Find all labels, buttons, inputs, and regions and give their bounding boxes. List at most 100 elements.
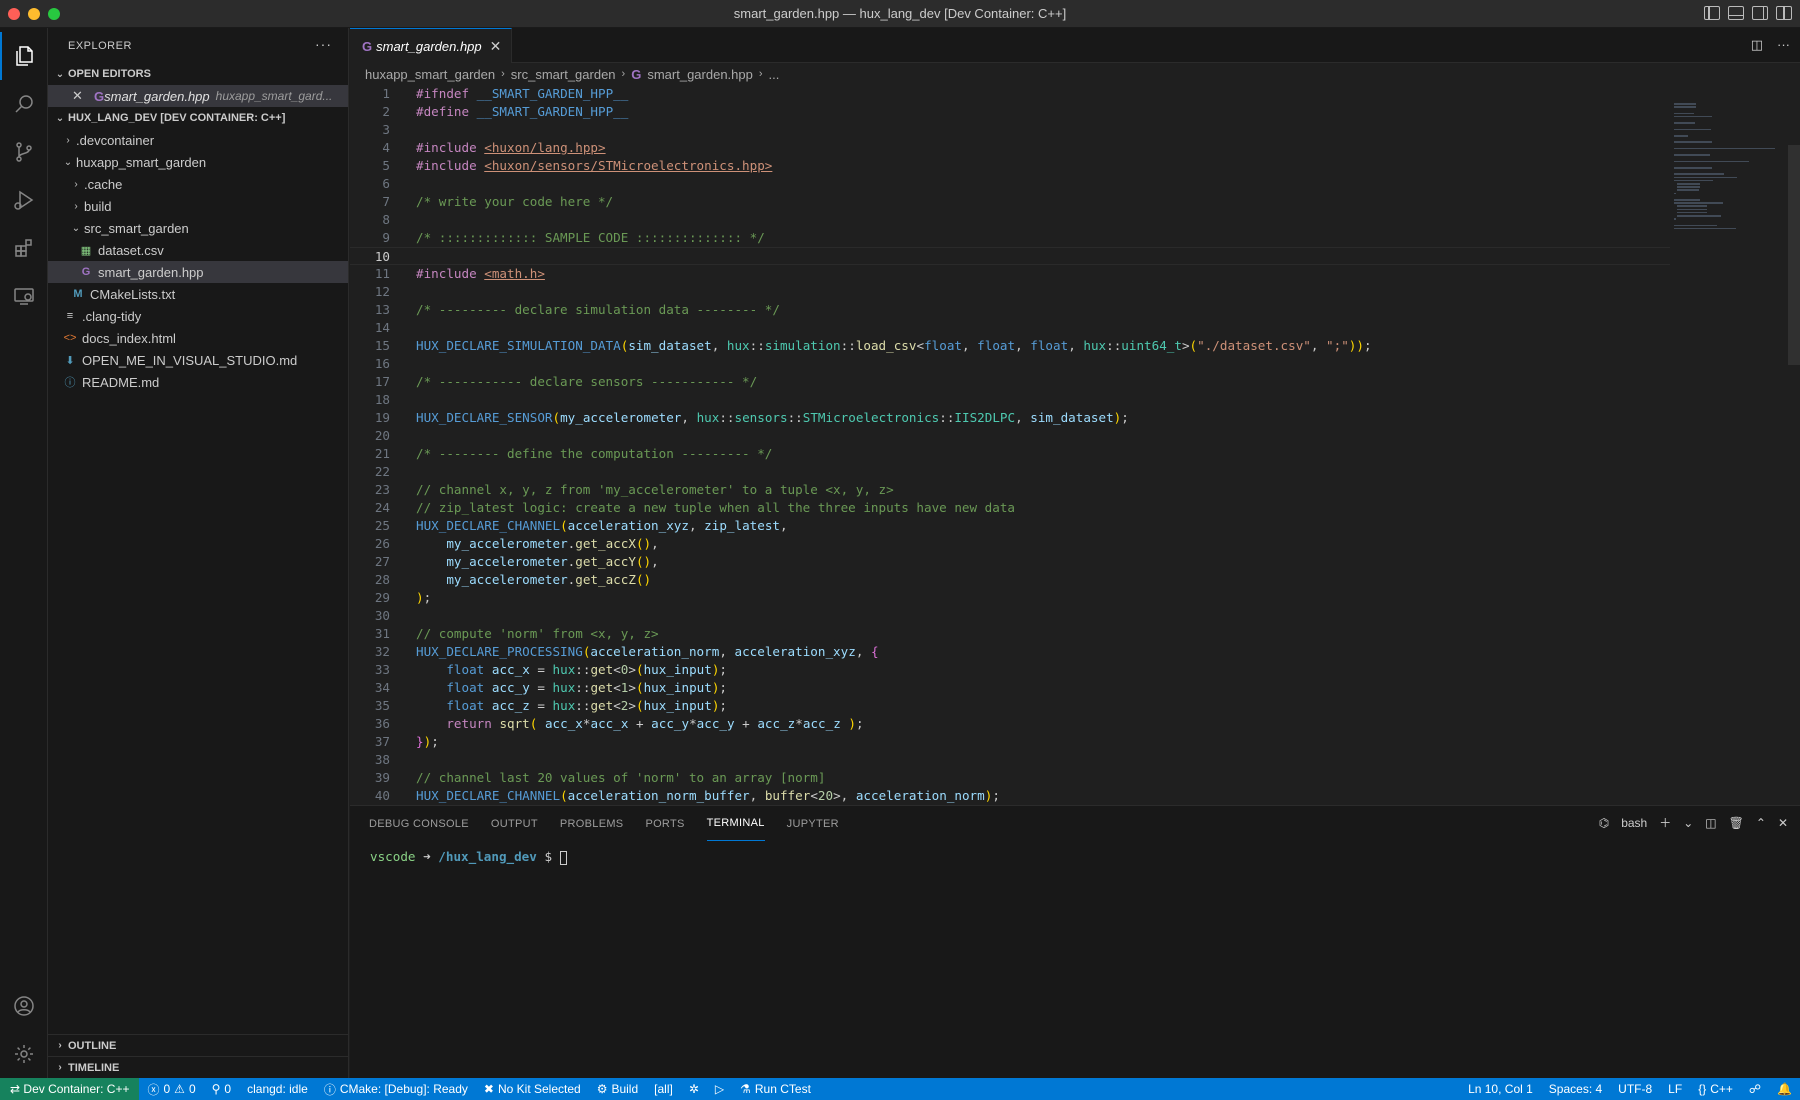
- code-line[interactable]: 6: [350, 175, 1670, 193]
- toggle-primary-sidebar-icon[interactable]: [1704, 6, 1720, 20]
- code-line[interactable]: 15 HUX_DECLARE_SIMULATION_DATA(sim_datase…: [350, 337, 1670, 355]
- tab-output[interactable]: OUTPUT: [491, 806, 538, 841]
- code-line[interactable]: 40 HUX_DECLARE_CHANNEL(acceleration_norm_…: [350, 787, 1670, 805]
- code-line[interactable]: 39 // channel last 20 values of 'norm' to…: [350, 769, 1670, 787]
- explorer-icon[interactable]: [0, 32, 48, 80]
- tree-item-cmakelists[interactable]: M CMakeLists.txt: [48, 283, 348, 305]
- tree-item-smart-garden-hpp[interactable]: G smart_garden.hpp: [48, 261, 348, 283]
- tree-item-open-me-md[interactable]: ⬇ OPEN_ME_IN_VISUAL_STUDIO.md: [48, 349, 348, 371]
- code-line[interactable]: 14: [350, 319, 1670, 337]
- code-line[interactable]: 23 // channel x, y, z from 'my_accelerome…: [350, 481, 1670, 499]
- toggle-panel-icon[interactable]: [1728, 6, 1744, 20]
- code-line[interactable]: 32 HUX_DECLARE_PROCESSING(acceleration_no…: [350, 643, 1670, 661]
- tab-debug-console[interactable]: DEBUG CONSOLE: [369, 806, 469, 841]
- code-line[interactable]: 20: [350, 427, 1670, 445]
- breadcrumb-item[interactable]: smart_garden.hpp: [647, 67, 753, 82]
- code-line[interactable]: 1 #ifndef __SMART_GARDEN_HPP__: [350, 85, 1670, 103]
- problems-indicator[interactable]: ⓧ 0 ⚠ 0: [139, 1081, 203, 1098]
- code-line[interactable]: 19 HUX_DECLARE_SENSOR(my_accelerometer, h…: [350, 409, 1670, 427]
- ports-indicator[interactable]: ⚲ 0: [204, 1082, 239, 1096]
- code-line[interactable]: 5 #include <huxon/sensors/STMicroelectron…: [350, 157, 1670, 175]
- language-mode[interactable]: {} C++: [1690, 1082, 1741, 1096]
- code-line[interactable]: 34 float acc_y = hux::get<1>(hux_input);: [350, 679, 1670, 697]
- code-line[interactable]: 28 my_accelerometer.get_accZ(): [350, 571, 1670, 589]
- cursor-position[interactable]: Ln 10, Col 1: [1460, 1082, 1541, 1096]
- breadcrumb-item[interactable]: src_smart_garden: [511, 67, 616, 82]
- clangd-status[interactable]: clangd: idle: [239, 1082, 316, 1096]
- chevron-down-icon[interactable]: ⌄: [1683, 816, 1693, 830]
- code-line[interactable]: 9 /* ::::::::::::: SAMPLE CODE ::::::::::…: [350, 229, 1670, 247]
- search-icon[interactable]: [0, 80, 48, 128]
- more-actions-icon[interactable]: ···: [315, 36, 332, 52]
- code-line[interactable]: 12: [350, 283, 1670, 301]
- close-window-button[interactable]: [8, 7, 20, 20]
- code-line[interactable]: 36 return sqrt( acc_x*acc_x + acc_y*acc_…: [350, 715, 1670, 733]
- run-debug-icon[interactable]: [0, 176, 48, 224]
- accounts-icon[interactable]: [0, 982, 48, 1030]
- close-panel-icon[interactable]: ✕: [1778, 816, 1788, 830]
- workspace-section[interactable]: ⌄ HUX_LANG_DEV [DEV CONTAINER: C++]: [48, 107, 348, 129]
- code-line[interactable]: 21 /* -------- define the computation ---…: [350, 445, 1670, 463]
- code-line[interactable]: 25 HUX_DECLARE_CHANNEL(acceleration_xyz, …: [350, 517, 1670, 535]
- tree-item-docs-index-html[interactable]: <> docs_index.html: [48, 327, 348, 349]
- encoding[interactable]: UTF-8: [1610, 1082, 1660, 1096]
- tab-smart-garden-hpp[interactable]: G smart_garden.hpp ✕: [350, 28, 513, 63]
- tab-jupyter[interactable]: JUPYTER: [787, 806, 839, 841]
- kill-terminal-icon[interactable]: 🗑: [1729, 816, 1744, 830]
- close-editor-icon[interactable]: ✕: [72, 88, 88, 104]
- code-line[interactable]: 30: [350, 607, 1670, 625]
- remote-explorer-icon[interactable]: [0, 272, 48, 320]
- code-line[interactable]: 38: [350, 751, 1670, 769]
- code-line[interactable]: 11 #include <math.h>: [350, 265, 1670, 283]
- code-line[interactable]: 27 my_accelerometer.get_accY(),: [350, 553, 1670, 571]
- notifications-bell-icon[interactable]: 🔔: [1769, 1082, 1800, 1096]
- cmake-kit[interactable]: ✖ No Kit Selected: [476, 1082, 589, 1096]
- timeline-section[interactable]: › TIMELINE: [48, 1056, 349, 1078]
- minimize-window-button[interactable]: [28, 7, 40, 20]
- breadcrumb-item[interactable]: ...: [769, 67, 780, 82]
- code-line[interactable]: 10: [350, 247, 1670, 265]
- code-line[interactable]: 16: [350, 355, 1670, 373]
- tab-terminal[interactable]: TERMINAL: [706, 806, 765, 841]
- terminal-shell-label[interactable]: bash: [1621, 816, 1647, 830]
- build-target[interactable]: [all]: [646, 1082, 681, 1096]
- build-button[interactable]: ⚙ Build: [589, 1082, 646, 1096]
- tree-item-build[interactable]: › build: [48, 195, 348, 217]
- terminal-output[interactable]: vscode ➜ /hux_lang_dev $: [350, 841, 1800, 865]
- editor-scrollbar[interactable]: [1788, 85, 1800, 805]
- split-terminal-icon[interactable]: ◫: [1705, 816, 1716, 830]
- line-ending[interactable]: LF: [1660, 1082, 1690, 1096]
- code-line[interactable]: 17 /* ----------- declare sensors -------…: [350, 373, 1670, 391]
- indentation[interactable]: Spaces: 4: [1541, 1082, 1610, 1096]
- run-ctest-button[interactable]: ⚗ Run CTest: [732, 1082, 819, 1096]
- code-line[interactable]: 7 /* write your code here */: [350, 193, 1670, 211]
- maximize-panel-icon[interactable]: ⌃: [1756, 816, 1766, 830]
- tab-ports[interactable]: PORTS: [645, 806, 684, 841]
- code-line[interactable]: 35 float acc_z = hux::get<2>(hux_input);: [350, 697, 1670, 715]
- tree-item-dataset-csv[interactable]: ▦ dataset.csv: [48, 239, 348, 261]
- more-actions-icon[interactable]: ···: [1777, 37, 1790, 53]
- extensions-icon[interactable]: [0, 224, 48, 272]
- code-line[interactable]: 29);: [350, 589, 1670, 607]
- code-line[interactable]: 8: [350, 211, 1670, 229]
- new-terminal-icon[interactable]: ＋: [1659, 814, 1671, 831]
- outline-section[interactable]: › OUTLINE: [48, 1034, 349, 1056]
- maximize-window-button[interactable]: [48, 7, 60, 20]
- tree-item-huxapp-smart-garden[interactable]: ⌄ huxapp_smart_garden: [48, 151, 348, 173]
- tree-item-devcontainer[interactable]: › .devcontainer: [48, 129, 348, 151]
- toggle-secondary-sidebar-icon[interactable]: [1752, 6, 1768, 20]
- code-line[interactable]: 22: [350, 463, 1670, 481]
- open-editor-item[interactable]: ✕ G smart_garden.hpp huxapp_smart_gard..…: [48, 85, 348, 107]
- feedback-icon[interactable]: ☍: [1741, 1082, 1769, 1096]
- open-editors-section[interactable]: ⌄ OPEN EDITORS: [48, 63, 348, 85]
- debug-bug-icon[interactable]: ✲: [681, 1082, 707, 1096]
- code-line[interactable]: 26 my_accelerometer.get_accX(),: [350, 535, 1670, 553]
- run-play-icon[interactable]: ▷: [707, 1082, 732, 1096]
- customize-layout-icon[interactable]: [1776, 6, 1792, 20]
- breadcrumb-item[interactable]: huxapp_smart_garden: [365, 67, 495, 82]
- cmake-status[interactable]: ⓘ CMake: [Debug]: Ready: [316, 1081, 476, 1098]
- scrollbar-thumb[interactable]: [1788, 145, 1800, 365]
- source-control-icon[interactable]: [0, 128, 48, 176]
- tree-item-clang-tidy[interactable]: ≡ .clang-tidy: [48, 305, 348, 327]
- code-line[interactable]: 37});: [350, 733, 1670, 751]
